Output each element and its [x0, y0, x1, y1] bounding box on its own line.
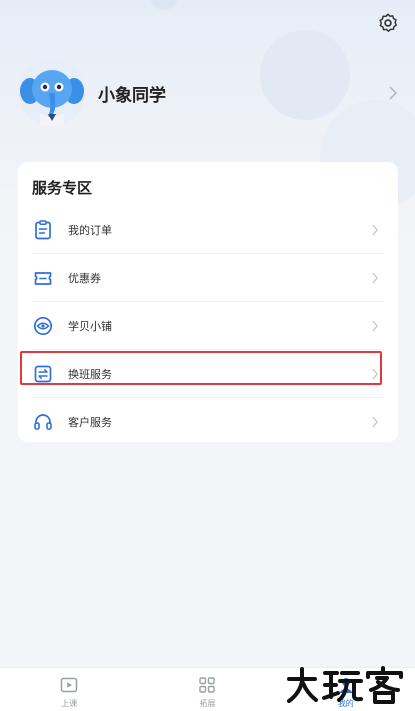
chevron-right-icon: [372, 368, 378, 380]
menu-item-class-change[interactable]: 换班服务: [18, 350, 398, 398]
service-card: 服务专区 我的订单 优惠券 学贝小铺 换班服务 客户服务: [18, 162, 398, 442]
menu-item-label: 优惠券: [68, 272, 101, 285]
tab-expand[interactable]: 拓展: [138, 668, 276, 711]
grid-icon: [199, 677, 216, 693]
tab-class[interactable]: 上课: [0, 668, 138, 711]
profile-row[interactable]: 小象同学: [18, 58, 398, 128]
menu-item-my-orders[interactable]: 我的订单: [18, 206, 398, 254]
tab-label: 拓展: [199, 699, 216, 708]
eye-shop-icon: [33, 316, 53, 336]
chevron-right-icon: [372, 416, 378, 428]
coupon-icon: [34, 272, 52, 285]
chevron-right-icon: [372, 320, 378, 332]
service-section-title: 服务专区: [32, 179, 93, 197]
chevron-right-icon: [372, 224, 378, 236]
profile-username: 小象同学: [98, 85, 166, 106]
menu-item-shop[interactable]: 学贝小铺: [18, 302, 398, 350]
chevron-right-icon: [389, 86, 398, 100]
menu-item-label: 学贝小铺: [68, 320, 112, 333]
clipboard-icon: [35, 220, 51, 240]
menu-item-customer-service[interactable]: 客户服务: [18, 398, 398, 446]
service-menu: 我的订单 优惠券 学贝小铺 换班服务 客户服务: [18, 206, 398, 446]
play-icon: [60, 677, 78, 693]
menu-item-label: 客户服务: [68, 416, 112, 429]
watermark-logo: [287, 666, 403, 704]
decor-bubble: [150, 0, 178, 10]
menu-item-label: 换班服务: [68, 368, 112, 381]
swap-icon: [34, 365, 52, 383]
menu-item-label: 我的订单: [68, 224, 112, 237]
menu-item-coupons[interactable]: 优惠券: [18, 254, 398, 302]
tab-label: 上课: [61, 699, 78, 708]
chevron-right-icon: [372, 272, 378, 284]
settings-gear-icon[interactable]: [377, 12, 399, 34]
elephant-avatar: [18, 59, 86, 127]
headset-icon: [34, 414, 52, 430]
